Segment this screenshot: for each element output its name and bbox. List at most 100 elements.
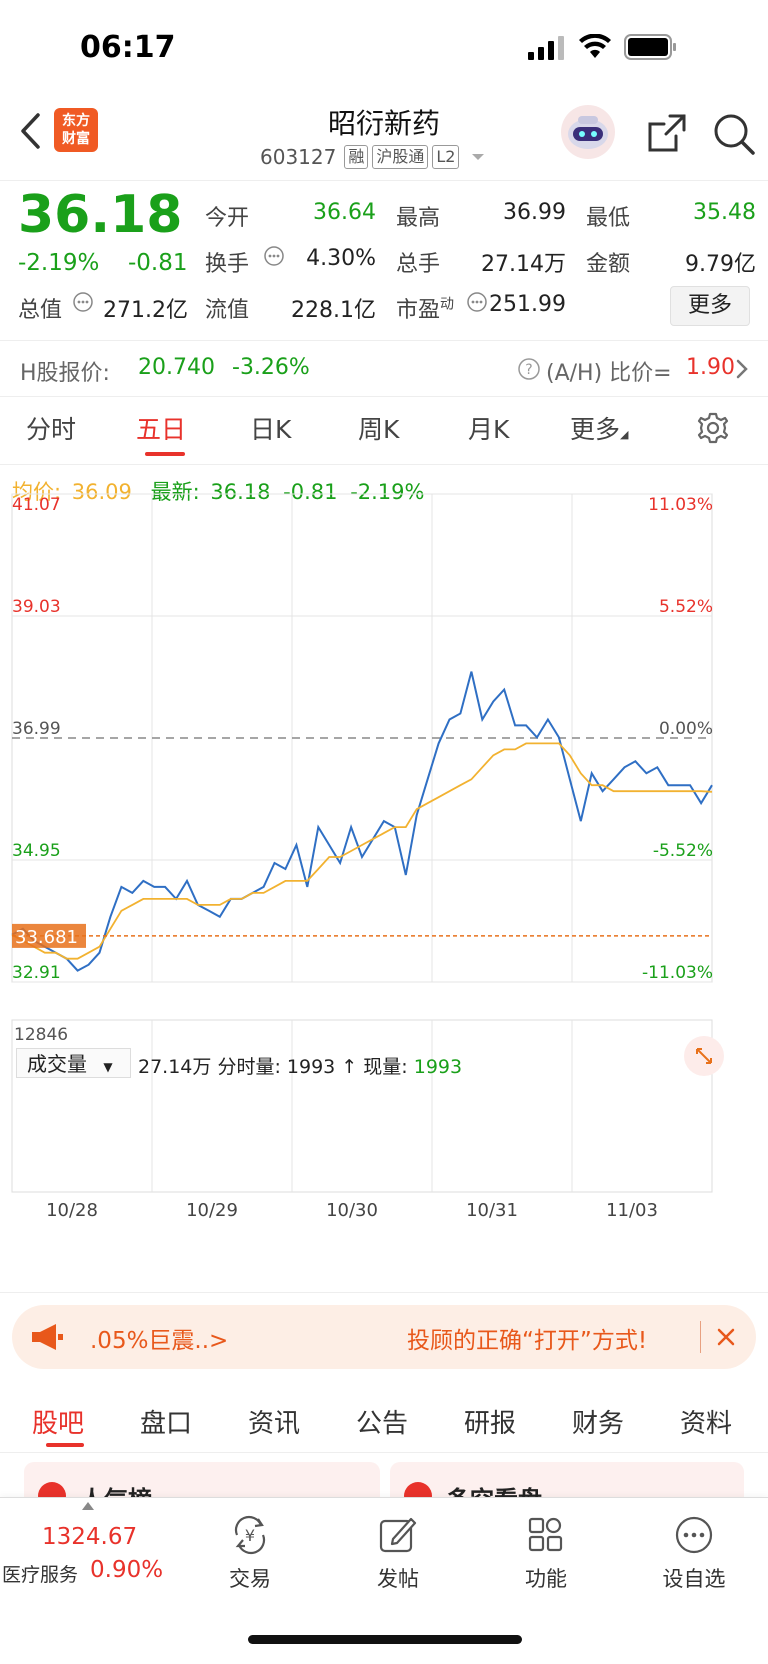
- chevron-right-icon: [735, 358, 749, 380]
- home-indicator: [248, 1635, 522, 1644]
- status-bar: 06:17: [0, 0, 768, 95]
- y-tick-left: 32.91: [12, 963, 61, 983]
- tab-zixun[interactable]: 资讯: [248, 1403, 300, 1440]
- tab-weekly-k[interactable]: 周K: [358, 410, 399, 446]
- up-triangle-icon: [82, 1502, 94, 1510]
- volume-info: 27.14万 分时量: 1993 ↑ 现量: 1993: [138, 1052, 462, 1079]
- low-value: 35.48: [693, 200, 756, 225]
- amount-label: 金额: [586, 252, 631, 277]
- ah-ratio-value: 1.90: [686, 355, 735, 380]
- turnover-value: 4.30%: [306, 246, 376, 271]
- sector-index-widget[interactable]: 1324.67 医疗服务 0.90%: [0, 1502, 176, 1592]
- xianliang-label: 现量:: [363, 1056, 408, 1078]
- open-label: 今开: [205, 206, 250, 231]
- tab-fenshi[interactable]: 分时: [26, 410, 76, 446]
- volume-plot-frame: [11, 1019, 713, 1193]
- settings-gear-icon[interactable]: [696, 411, 730, 445]
- close-icon[interactable]: [716, 1327, 736, 1347]
- stock-code: 603127: [260, 145, 337, 169]
- status-time: 06:17: [80, 30, 176, 65]
- info-dots-icon[interactable]: [73, 292, 93, 312]
- more-circle-icon: [673, 1515, 715, 1555]
- yen-exchange-icon: ¥: [229, 1515, 271, 1555]
- pe-value: 251.99: [489, 292, 566, 317]
- tag-level2: L2: [432, 145, 460, 169]
- volume-indicator-select[interactable]: 成交量 ▼: [16, 1048, 131, 1078]
- five-day-chart[interactable]: 41.07 11.03% 39.03 5.52% 36.99 0.00% 34.95 -5.5…: [0, 480, 768, 1280]
- robot-assistant-icon[interactable]: [560, 104, 616, 160]
- tab-yanbao[interactable]: 研报: [464, 1403, 516, 1440]
- high-label: 最高: [396, 206, 441, 231]
- chart-bottom-divider: [0, 1292, 768, 1293]
- y-tick-right: -11.03%: [642, 963, 713, 983]
- tab-pankou[interactable]: 盘口: [140, 1403, 192, 1440]
- bottom-tab-indicator: [46, 1443, 84, 1447]
- h-share-row[interactable]: H股报价: 20.740 -3.26% ? (A/H) 比价= 1.90: [0, 340, 768, 397]
- x-tick-label: 10/31: [466, 1200, 518, 1221]
- nav-trade[interactable]: ¥ 交易: [195, 1515, 305, 1593]
- h-share-pct: -3.26%: [232, 355, 310, 380]
- x-tick-label: 10/28: [46, 1200, 98, 1221]
- y-tick-left: 34.95: [12, 841, 61, 861]
- grid-icon: [525, 1515, 567, 1555]
- pe-label: 市盈动: [396, 296, 455, 323]
- battery-icon: [624, 34, 678, 60]
- y-tick-right: -5.52%: [653, 841, 713, 861]
- tab-ziliao[interactable]: 资料: [680, 1403, 732, 1440]
- x-tick-label: 11/03: [606, 1200, 658, 1221]
- current-price: 36.18: [18, 185, 183, 245]
- change-value: -0.81: [128, 250, 188, 276]
- fenshi-value: 1993: [286, 1056, 336, 1078]
- share-icon[interactable]: [646, 112, 688, 154]
- turnover-label: 换手: [205, 252, 250, 277]
- low-label: 最低: [586, 206, 631, 231]
- dropdown-caret-icon: ▼: [103, 1060, 113, 1074]
- search-icon[interactable]: [712, 112, 756, 156]
- x-tick-label: 10/30: [326, 1200, 378, 1221]
- nav-add-watchlist[interactable]: 设自选: [639, 1515, 749, 1593]
- amount-value: 9.79亿: [685, 252, 756, 277]
- tab-caiwu[interactable]: 财务: [572, 1403, 624, 1440]
- change-percent: -2.19%: [18, 250, 100, 276]
- info-dots-icon[interactable]: [467, 292, 487, 312]
- h-share-label: H股报价:: [20, 361, 110, 386]
- tab-daily-k[interactable]: 日K: [250, 410, 291, 446]
- float-cap-label: 流值: [205, 298, 250, 323]
- more-quote-button[interactable]: 更多: [670, 286, 750, 326]
- tag-connect: 沪股通: [372, 145, 429, 169]
- y-tick-left: 41.07: [12, 495, 61, 515]
- banner-right-text: 投顾的正确“打开”方式!: [407, 1328, 648, 1354]
- info-dots-icon[interactable]: [264, 246, 284, 266]
- avg-price-line: [11, 742, 713, 960]
- ah-ratio-label: (A/H) 比价=: [546, 361, 672, 386]
- h-share-price: 20.740: [138, 355, 215, 380]
- y-tick-left: 39.03: [12, 597, 61, 617]
- market-cap-label: 总值: [18, 298, 63, 323]
- x-tick-label: 10/29: [186, 1200, 238, 1221]
- signal-icon: [528, 36, 566, 60]
- promo-banner[interactable]: .05%巨震..> 投顾的正确“打开”方式!: [12, 1305, 756, 1369]
- nav-post[interactable]: 发帖: [343, 1515, 453, 1593]
- y-tick-right: 11.03%: [648, 495, 713, 515]
- tab-more[interactable]: 更多◢: [570, 410, 628, 446]
- caret-icon: ◢: [620, 428, 629, 441]
- help-icon[interactable]: ?: [518, 358, 540, 380]
- stock-code-row[interactable]: 603127 融 沪股通 L2: [260, 145, 485, 169]
- cost-marker-label: 33.681: [15, 927, 78, 948]
- open-value: 36.64: [313, 200, 376, 225]
- svg-text:¥: ¥: [245, 1526, 255, 1545]
- volume-total: 27.14万: [138, 1056, 212, 1078]
- tab-gonggao[interactable]: 公告: [356, 1403, 408, 1440]
- tab-five-day[interactable]: 五日: [136, 410, 186, 446]
- sector-pct: 0.90%: [90, 1557, 164, 1583]
- tab-guba[interactable]: 股吧: [32, 1403, 84, 1440]
- y-tick-right: 5.52%: [659, 597, 713, 617]
- wifi-icon: [578, 34, 612, 60]
- caret-down-icon: [471, 152, 485, 162]
- nav-features[interactable]: 功能: [491, 1515, 601, 1593]
- tab-monthly-k[interactable]: 月K: [468, 410, 509, 446]
- tag-margin: 融: [344, 145, 369, 169]
- arrow-up-icon: ↑: [341, 1056, 358, 1078]
- bottom-tabs-divider: [0, 1452, 768, 1453]
- sector-name: 医疗服务: [2, 1564, 79, 1586]
